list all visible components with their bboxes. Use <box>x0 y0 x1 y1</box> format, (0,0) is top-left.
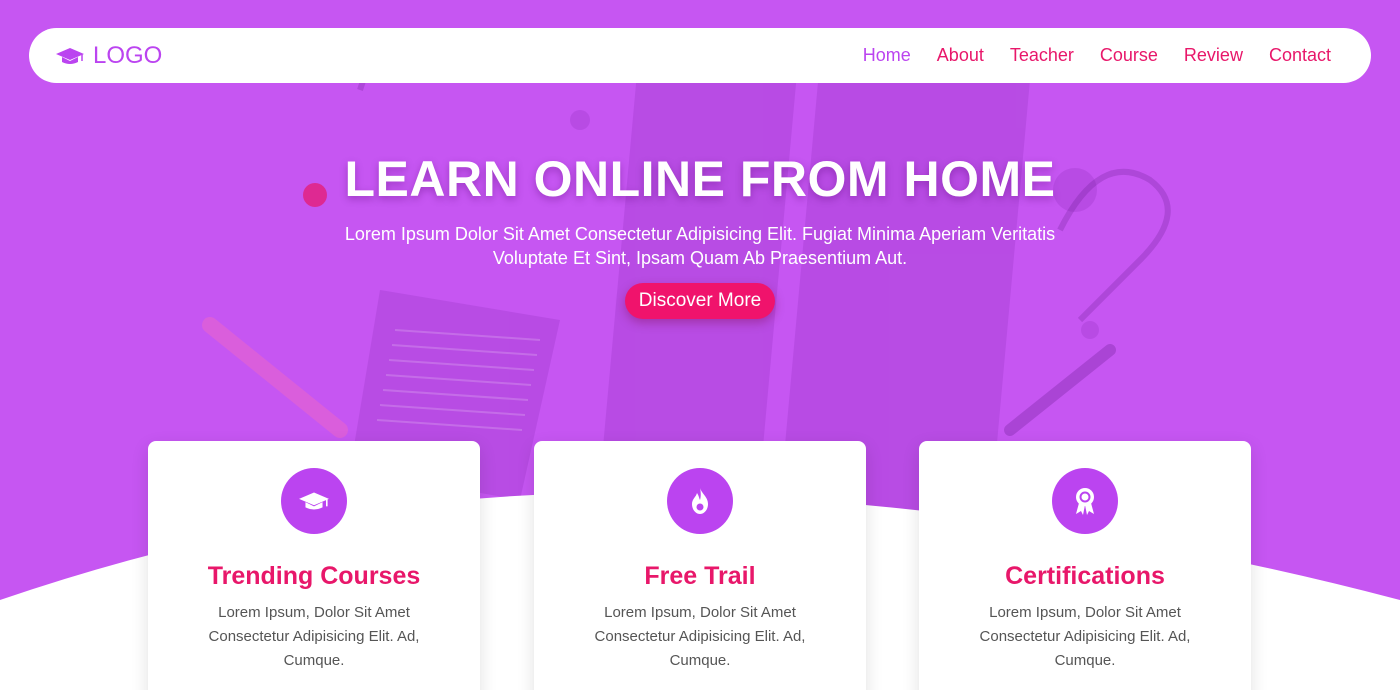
hero-title: LEARN ONLINE FROM HOME <box>344 151 1056 207</box>
card-title: Free Trail <box>644 562 756 590</box>
nav-link-about[interactable]: About <box>937 45 984 66</box>
card-text: Lorem Ipsum, Dolor Sit Amet Consectetur … <box>208 604 420 669</box>
fire-icon <box>692 488 708 514</box>
nav-links: Home About Teacher Course Review Contact <box>863 45 1331 66</box>
graduation-cap-icon <box>56 47 84 64</box>
card-icon-badge <box>1052 468 1118 534</box>
graduation-cap-icon <box>299 492 329 510</box>
card-text: Lorem Ipsum, Dolor Sit Amet Consectetur … <box>979 604 1191 669</box>
nav-link-course[interactable]: Course <box>1100 45 1158 66</box>
discover-more-button[interactable]: Discover More <box>624 283 776 319</box>
nav-link-review[interactable]: Review <box>1184 45 1243 66</box>
logo[interactable]: LOGO <box>55 42 162 70</box>
card-title: Trending Courses <box>207 562 421 590</box>
hero-content: LEARN ONLINE FROM HOME Lorem Ipsum Dolor… <box>0 150 1400 319</box>
hero-subtitle: Lorem Ipsum Dolor Sit Amet Consectetur A… <box>344 224 1056 268</box>
nav-link-teacher[interactable]: Teacher <box>1010 45 1074 66</box>
feature-card-certifications: Certifications Lorem Ipsum, Dolor Sit Am… <box>919 441 1251 690</box>
feature-card-free-trail: Free Trail Lorem Ipsum, Dolor Sit Amet C… <box>534 441 866 690</box>
feature-card-trending-courses: Trending Courses Lorem Ipsum, Dolor Sit … <box>148 441 480 690</box>
feature-cards: Trending Courses Lorem Ipsum, Dolor Sit … <box>0 441 1400 690</box>
hero-section: LOGO Home About Teacher Course Review Co… <box>0 0 1400 690</box>
logo-text: LOGO <box>93 41 163 69</box>
top-navbar: LOGO Home About Teacher Course Review Co… <box>29 28 1371 83</box>
card-title: Certifications <box>1005 562 1165 590</box>
card-icon-badge <box>667 468 733 534</box>
nav-link-contact[interactable]: Contact <box>1269 45 1331 66</box>
nav-link-home[interactable]: Home <box>863 45 911 66</box>
award-icon <box>1076 488 1094 515</box>
card-text: Lorem Ipsum, Dolor Sit Amet Consectetur … <box>594 604 806 669</box>
card-icon-badge <box>281 468 347 534</box>
